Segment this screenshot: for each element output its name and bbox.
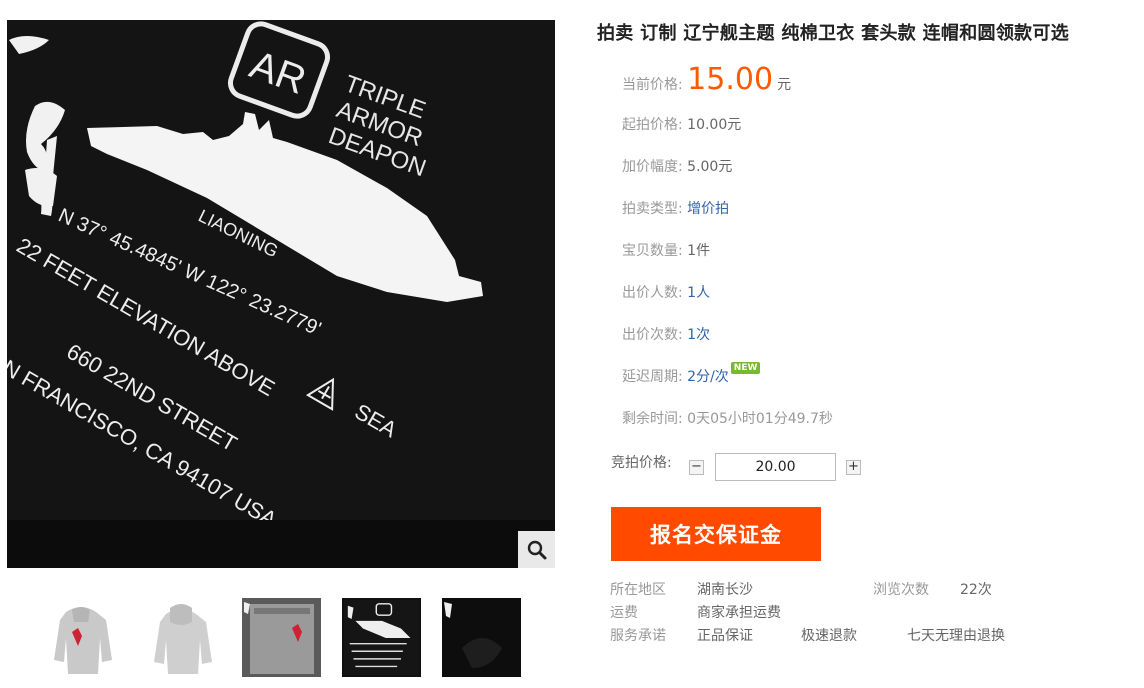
decrease-bid-button[interactable]: −: [689, 460, 704, 475]
delay-value[interactable]: 2分/次: [687, 369, 729, 385]
shipping-value: 商家承担运费: [697, 605, 781, 621]
increment-label: 加价幅度:: [622, 159, 683, 175]
bids-link[interactable]: 1次: [687, 327, 710, 343]
magnifier-icon: [527, 540, 546, 559]
delay-row: 延迟周期: 2分/次NEW: [622, 362, 761, 386]
thumbnail-5[interactable]: [442, 598, 521, 677]
zoom-button[interactable]: [518, 531, 555, 568]
bidders-link[interactable]: 1人: [687, 285, 710, 301]
remaining-time-label: 剩余时间:: [622, 411, 683, 427]
bids-row: 出价次数: 1次: [622, 324, 710, 344]
start-price-label: 起拍价格:: [622, 117, 683, 133]
location-label: 所在地区: [610, 582, 666, 598]
current-price-row: 当前价格: 15.00 元: [622, 62, 791, 97]
register-deposit-button[interactable]: 报名交保证金: [611, 507, 821, 561]
black-fabric-image: [442, 598, 521, 677]
views-value: 22次: [960, 582, 992, 598]
service-seven-day-return: 七天无理由退换: [907, 628, 1005, 644]
current-price-value: 15.00: [687, 62, 774, 97]
grey-hoodie-back-image: [142, 598, 221, 677]
bidders-row: 出价人数: 1人: [622, 282, 710, 302]
start-price-row: 起拍价格: 10.00元: [622, 114, 741, 134]
location-value: 湖南长沙: [697, 582, 753, 598]
service-genuine: 正品保证: [697, 628, 753, 644]
remaining-time-value: 0天05小时01分49.7秒: [687, 411, 833, 427]
bid-price-label: 竞拍价格:: [611, 455, 672, 471]
quantity-label: 宝贝数量:: [622, 243, 683, 259]
service-fast-refund: 极速退款: [801, 628, 857, 644]
delay-label: 延迟周期:: [622, 369, 683, 385]
new-badge: NEW: [730, 362, 761, 374]
thumbnail-2[interactable]: [142, 598, 221, 677]
remaining-time-row: 剩余时间: 0天05小时01分49.7秒: [622, 408, 833, 428]
quantity-row: 宝贝数量: 1件: [622, 240, 710, 260]
increment-row: 加价幅度: 5.00元: [622, 156, 732, 176]
bidders-label: 出价人数:: [622, 285, 683, 301]
bid-price-input[interactable]: [715, 453, 836, 481]
start-price-value: 10.00元: [687, 117, 742, 133]
current-price-unit: 元: [777, 77, 792, 93]
service-label: 服务承诺: [610, 628, 666, 644]
thumbnail-1[interactable]: [42, 598, 121, 677]
grey-hoodie-front-image: [42, 598, 121, 677]
product-title: 拍卖 订制 辽宁舰主题 纯棉卫衣 套头款 连帽和圆领款可选: [597, 23, 1070, 44]
views-label: 浏览次数: [873, 582, 929, 598]
quantity-value: 1件: [687, 243, 711, 259]
grey-sweatshirt-detail-image: [242, 598, 321, 677]
bids-label: 出价次数:: [622, 327, 683, 343]
shipping-label: 运费: [610, 605, 638, 621]
increment-value: 5.00元: [687, 159, 733, 175]
auction-type-link[interactable]: 增价拍: [687, 201, 729, 217]
hoodie-print-artwork: AR TRIPLE ARMOR DEAPON LIAONING N 37° 45…: [7, 20, 555, 568]
auction-type-label: 拍卖类型:: [622, 201, 683, 217]
auction-type-row: 拍卖类型: 增价拍: [622, 198, 729, 218]
main-product-image[interactable]: AR TRIPLE ARMOR DEAPON LIAONING N 37° 45…: [7, 20, 555, 568]
current-price-label: 当前价格:: [622, 77, 683, 93]
thumbnail-4[interactable]: [342, 598, 421, 677]
thumbnail-3[interactable]: [242, 598, 321, 677]
black-print-detail-image: [344, 600, 419, 675]
increase-bid-button[interactable]: +: [846, 460, 861, 475]
